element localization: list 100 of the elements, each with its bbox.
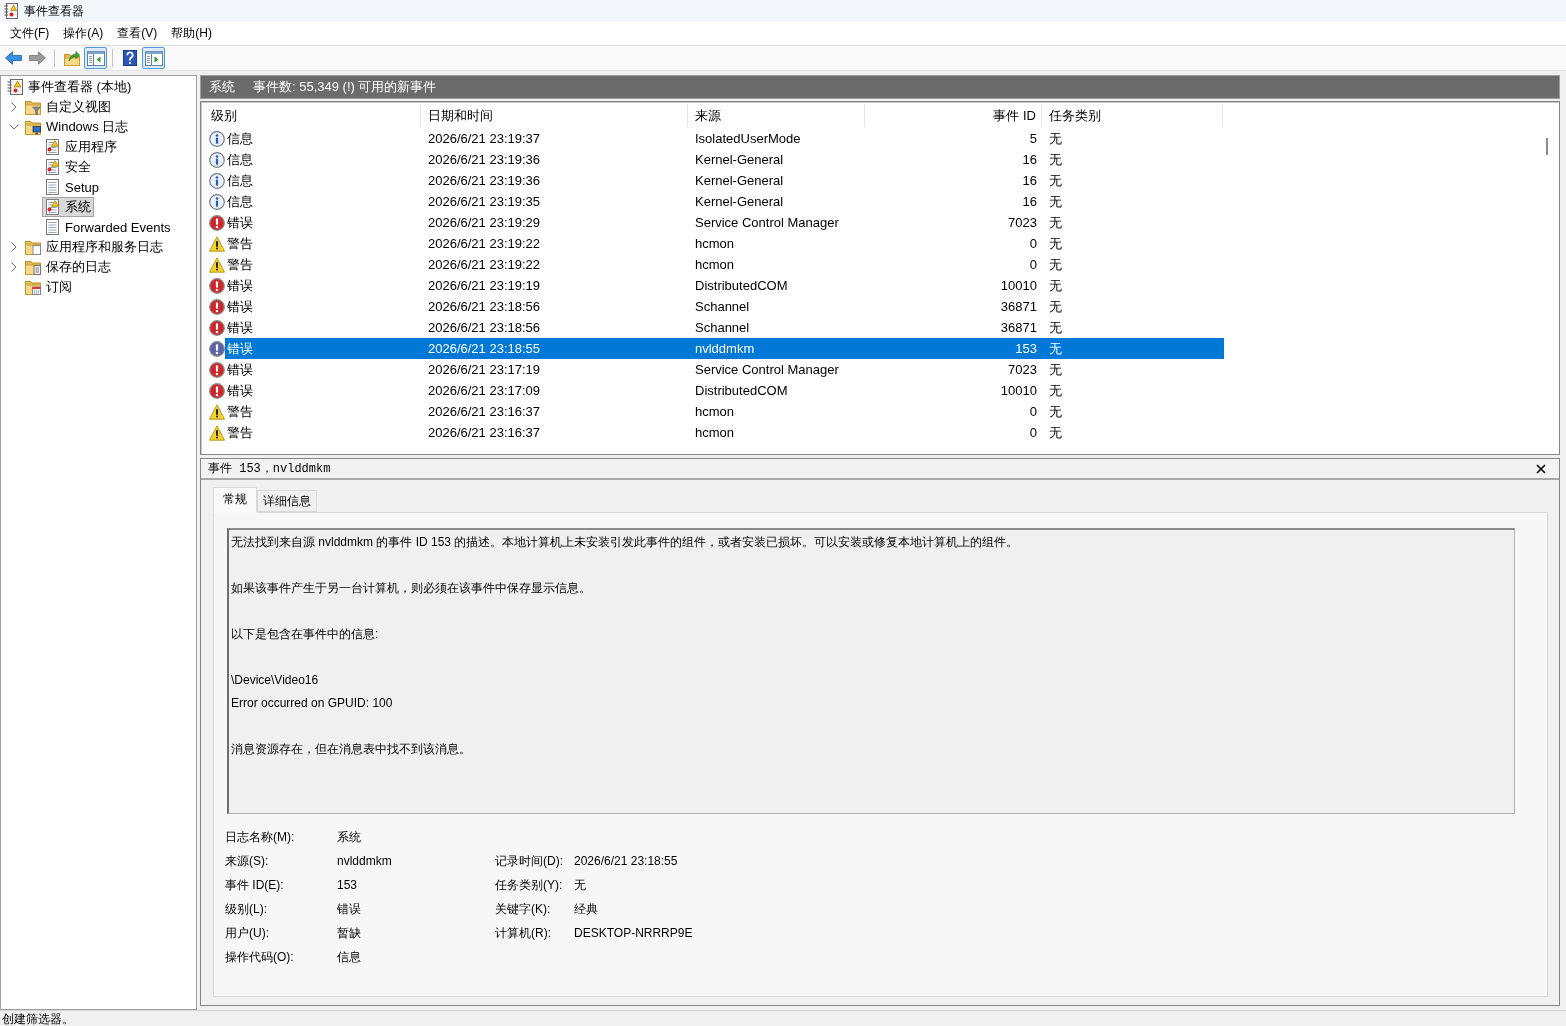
description-text: 无法找到来自源 nvlddmkm 的事件 ID 153 的描述。本地计算机上未安装引发此事件的组件，或者安装已损坏。可以安装或修复本地计算机上的组件。 xyxy=(231,534,1019,551)
description-text: 消息资源存在，但在消息表中找不到该消息。 xyxy=(231,741,471,758)
column-header[interactable]: 事件 ID xyxy=(865,104,1042,127)
folder-document-icon xyxy=(25,259,41,275)
scrollbar-thumb[interactable] xyxy=(1546,138,1548,155)
tree-item[interactable]: 事件查看器 (本地) xyxy=(5,77,135,97)
menu-item[interactable]: 文件(F) xyxy=(3,23,57,44)
tree-item[interactable]: 应用程序和服务日志 xyxy=(23,237,166,257)
property-label: 计算机(R): xyxy=(495,924,551,942)
tab[interactable]: 常规 xyxy=(213,487,257,513)
date-time-text: 2026/6/21 23:18:56 xyxy=(428,320,541,335)
tree-item[interactable]: Setup xyxy=(42,177,102,197)
chevron-down-icon[interactable] xyxy=(9,124,19,130)
tree-item[interactable]: Windows 日志 xyxy=(23,117,132,137)
property-value: DESKTOP-NRRRP9E xyxy=(574,926,693,940)
chevron-right-icon[interactable] xyxy=(11,102,17,112)
property-value: 错误 xyxy=(337,900,361,918)
column-header[interactable]: 任务类别 xyxy=(1042,104,1223,127)
date-time-text: 2026/6/21 23:19:22 xyxy=(428,257,541,272)
error-icon xyxy=(209,382,225,399)
severity-text: 错误 xyxy=(227,361,253,377)
task-category-text: 无 xyxy=(1049,403,1062,419)
property-label: 操作代码(O): xyxy=(225,948,294,966)
info-icon xyxy=(209,172,225,189)
property-value: 153 xyxy=(337,878,358,892)
severity-text: 错误 xyxy=(227,214,253,230)
log-alert-icon xyxy=(44,159,60,175)
tab[interactable]: 详细信息 xyxy=(257,490,317,512)
property-value: 2026/6/21 23:18:55 xyxy=(574,854,678,868)
event-id-text: 0 xyxy=(1029,257,1037,272)
severity-text: 警告 xyxy=(227,235,253,251)
description-text: 以下是包含在事件中的信息: xyxy=(231,626,379,643)
folder-arrow-icon xyxy=(63,50,80,66)
source-text: hcmon xyxy=(695,404,735,419)
date-time-text: 2026/6/21 23:18:55 xyxy=(428,341,541,356)
tree-item[interactable]: 保存的日志 xyxy=(23,257,114,277)
date-time-text: 2026/6/21 23:16:37 xyxy=(428,404,541,419)
severity-text: 信息 xyxy=(227,172,253,188)
property-label: 任务类别(Y): xyxy=(495,876,563,894)
severity-text: 错误 xyxy=(227,319,253,335)
column-header[interactable]: 来源 xyxy=(688,104,865,127)
column-header[interactable]: 日期和时间 xyxy=(421,104,688,127)
date-time-text: 2026/6/21 23:17:09 xyxy=(428,383,541,398)
description-text: Error occurred on GPUID: 100 xyxy=(231,695,393,712)
task-category-text: 无 xyxy=(1049,193,1062,209)
tree-pane-toggle[interactable] xyxy=(84,47,107,69)
date-time-text: 2026/6/21 23:19:19 xyxy=(428,278,541,293)
warning-icon xyxy=(209,256,225,273)
event-id-text: 0 xyxy=(1029,236,1037,251)
event-id-text: 153 xyxy=(1015,341,1037,356)
column-header[interactable]: 级别 xyxy=(201,104,421,127)
description-text: 如果该事件产生于另一台计算机，则必须在该事件中保存显示信息。 xyxy=(231,580,591,597)
log-book-icon xyxy=(4,3,18,19)
error-icon xyxy=(209,214,225,231)
tree-item[interactable]: 自定义视图 xyxy=(23,97,114,117)
tree-item[interactable]: 订阅 xyxy=(23,277,75,297)
date-time-text: 2026/6/21 23:19:36 xyxy=(428,152,541,167)
source-text: Service Control Manager xyxy=(695,362,839,377)
chevron-right-icon[interactable] xyxy=(11,242,17,252)
tree-item[interactable]: 安全 xyxy=(42,157,94,177)
task-category-text: 无 xyxy=(1049,235,1062,251)
action-pane-toggle[interactable] xyxy=(142,47,165,69)
warning-icon xyxy=(209,235,225,252)
source-text: Kernel-General xyxy=(695,152,784,167)
task-category-text: 无 xyxy=(1049,130,1062,146)
folder-icon xyxy=(25,239,41,255)
error-icon xyxy=(209,319,225,336)
source-text: hcmon xyxy=(695,257,735,272)
folder-calendar-icon xyxy=(25,279,41,295)
date-time-text: 2026/6/21 23:19:22 xyxy=(428,236,541,251)
task-category-text: 无 xyxy=(1049,277,1062,293)
severity-text: 警告 xyxy=(227,424,253,440)
folder-filter-icon xyxy=(25,99,41,115)
pane-left-icon xyxy=(86,50,105,66)
log-book-icon xyxy=(7,79,23,95)
detail-title: 事件 153，nvlddmkm xyxy=(208,461,331,477)
tree-item[interactable]: Forwarded Events xyxy=(42,217,174,237)
tree-item[interactable]: 系统 xyxy=(42,197,94,217)
task-category-text: 无 xyxy=(1049,151,1062,167)
property-label: 关键字(K): xyxy=(495,900,551,918)
menu-item[interactable]: 帮助(H) xyxy=(164,23,219,44)
log-name: 系统 xyxy=(209,78,235,96)
source-text: nvlddmkm xyxy=(695,341,755,356)
error-icon xyxy=(209,277,225,294)
chevron-right-icon[interactable] xyxy=(11,262,17,272)
log-icon xyxy=(44,219,60,235)
event-id-text: 16 xyxy=(1022,194,1037,209)
tree-item[interactable]: 应用程序 xyxy=(42,137,120,157)
event-id-text: 10010 xyxy=(1000,383,1037,398)
menu-item[interactable]: 操作(A) xyxy=(56,23,111,44)
source-text: DistributedCOM xyxy=(695,278,788,293)
close-button[interactable] xyxy=(1535,462,1547,475)
selected-row[interactable]: 错误 2026/6/21 23:18:55 nvlddmkm 153 无 xyxy=(225,338,1224,359)
menu-item[interactable]: 查看(V) xyxy=(110,23,165,44)
source-text: IsolatedUserMode xyxy=(695,131,801,146)
task-category-text: 无 xyxy=(1049,319,1062,335)
severity-text: 错误 xyxy=(227,298,253,314)
property-label: 来源(S): xyxy=(225,852,269,870)
warning-icon xyxy=(209,424,225,441)
log-icon xyxy=(44,179,60,195)
